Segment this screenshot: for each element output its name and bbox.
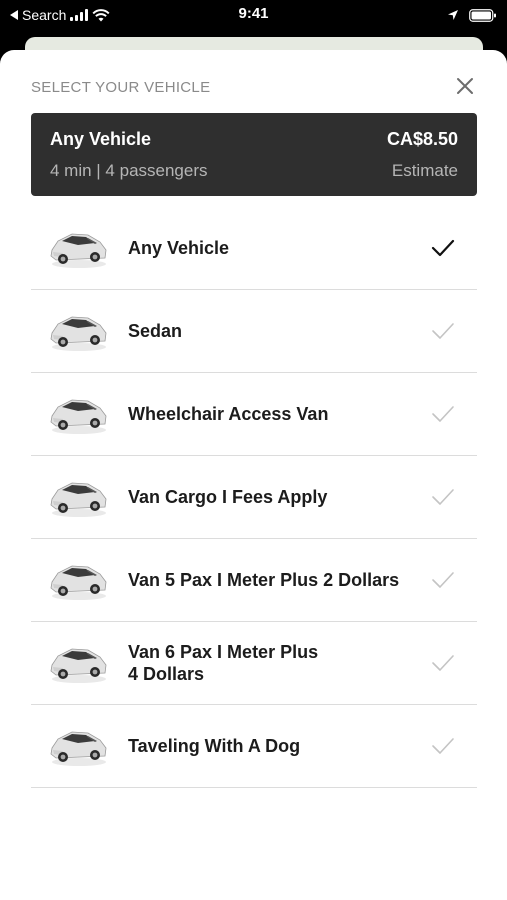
- checkmark-icon: [431, 239, 455, 257]
- vehicle-option[interactable]: Van Cargo I Fees Apply: [31, 456, 477, 539]
- vehicle-option-label: Sedan: [128, 321, 183, 341]
- car-icon: [50, 648, 107, 683]
- location-arrow-icon: [448, 10, 458, 20]
- car-icon: [50, 233, 107, 268]
- car-icon: [50, 482, 107, 517]
- status-bar: Search 9:41: [0, 0, 507, 40]
- selected-vehicle-summary[interactable]: Any Vehicle CA$8.50 4 min | 4 passengers…: [31, 113, 477, 196]
- checkmark-icon: [432, 489, 454, 505]
- checkmark-icon: [432, 323, 454, 339]
- vehicle-option[interactable]: Van 5 Pax I Meter Plus 2 Dollars: [31, 539, 477, 622]
- status-right: [447, 5, 497, 25]
- vehicle-select-sheet: SELECT YOUR VEHICLE Any Vehicle CA$8.50 …: [0, 50, 507, 900]
- checkmark-icon: [432, 572, 454, 588]
- car-icon: [50, 316, 107, 351]
- vehicle-option-label: Wheelchair Access Van: [128, 404, 329, 424]
- vehicle-option[interactable]: Taveling With A Dog: [31, 705, 477, 788]
- summary-subtitle: 4 min | 4 passengers: [50, 161, 208, 180]
- car-icon: [50, 565, 107, 600]
- vehicle-option-label: Taveling With A Dog: [128, 736, 301, 756]
- checkmark-icon: [432, 406, 454, 422]
- vehicle-option-label: Van 5 Pax I Meter Plus 2 Dollars: [128, 570, 400, 590]
- vehicle-option[interactable]: Any Vehicle: [31, 207, 477, 290]
- vehicle-option-label: Van 6 Pax I Meter Plus 4 Dollars: [128, 642, 319, 684]
- vehicle-option[interactable]: Wheelchair Access Van: [31, 373, 477, 456]
- vehicle-option[interactable]: Sedan: [31, 290, 477, 373]
- sheet-title: SELECT YOUR VEHICLE: [31, 79, 211, 96]
- car-icon: [50, 731, 107, 766]
- battery-icon: [469, 8, 496, 22]
- summary-title: Any Vehicle: [50, 129, 152, 149]
- summary-price: CA$8.50: [386, 129, 458, 149]
- vehicle-list: Any Vehicle Sedan Wheelchair Access Van …: [31, 207, 477, 788]
- vehicle-option[interactable]: Van 6 Pax I Meter Plus 4 Dollars: [31, 622, 477, 705]
- car-icon: [50, 399, 107, 434]
- summary-estimate-label: Estimate: [391, 161, 458, 180]
- vehicle-option-label: Van Cargo I Fees Apply: [128, 487, 328, 507]
- checkmark-icon: [432, 655, 454, 671]
- status-time: 9:41: [238, 5, 269, 22]
- vehicle-option-label: Any Vehicle: [128, 238, 230, 258]
- checkmark-icon: [432, 738, 454, 754]
- close-icon[interactable]: [453, 74, 477, 98]
